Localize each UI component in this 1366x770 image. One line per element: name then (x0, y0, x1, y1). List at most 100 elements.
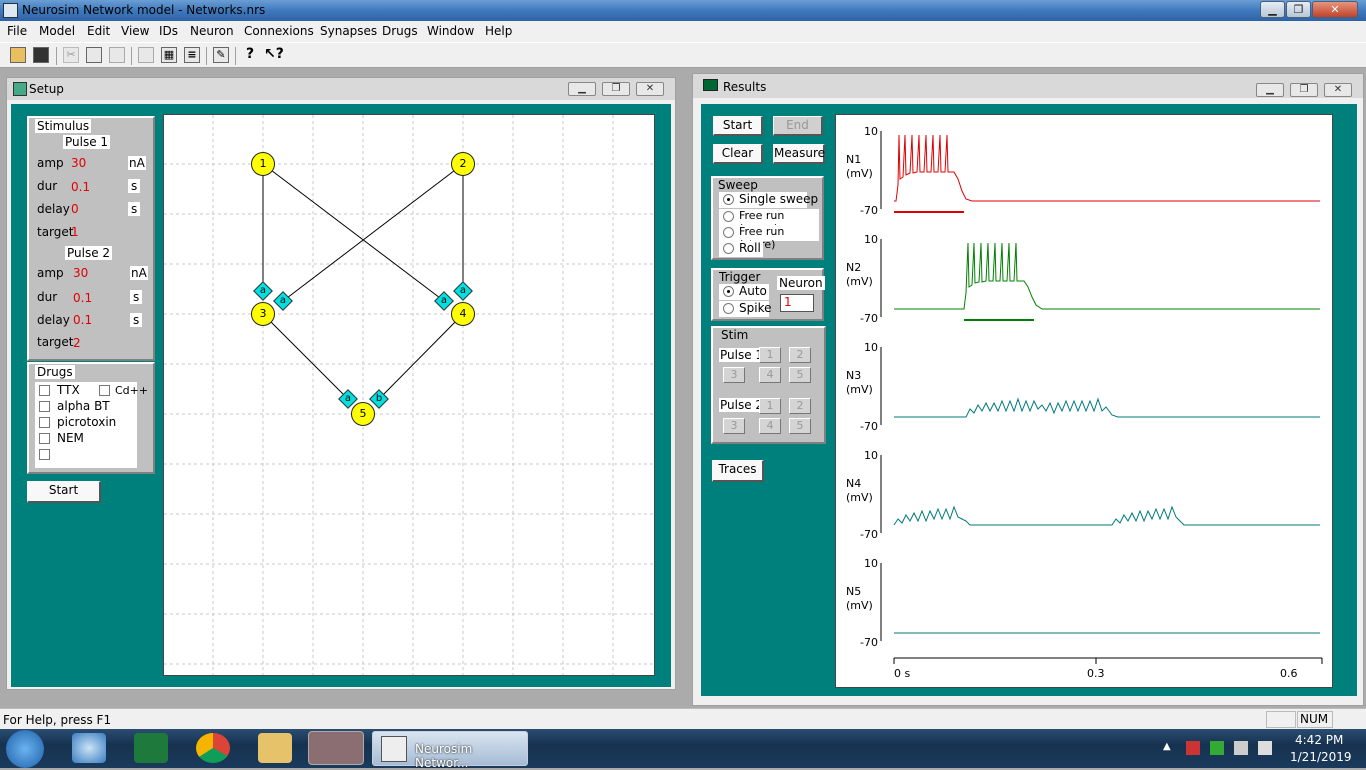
setup-minimize-button[interactable]: ▁ (568, 82, 596, 96)
device-icon[interactable] (1258, 741, 1272, 755)
results-clear-button[interactable]: Clear (713, 144, 763, 164)
pulse2-target-value[interactable]: 2 (73, 336, 81, 350)
menu-view[interactable]: View (121, 24, 149, 38)
stim-pulse1-3-button[interactable]: 3 (723, 367, 745, 383)
status-num: NUM (1297, 711, 1333, 728)
network-canvas[interactable]: 1 2 3 4 5 a a a a a b (163, 114, 655, 676)
save-icon[interactable] (33, 47, 49, 63)
security-icon[interactable] (1210, 741, 1224, 755)
excel-icon[interactable] (134, 733, 168, 763)
setup-window-icon (13, 82, 27, 96)
setup-restore-button[interactable]: ❐ (602, 82, 630, 96)
menu-edit[interactable]: Edit (87, 24, 110, 38)
free-run-erase-radio[interactable] (723, 211, 734, 222)
volume-icon[interactable] (1234, 741, 1248, 755)
ttx-checkbox[interactable] (39, 385, 50, 396)
results-minimize-button[interactable]: ▁ (1256, 83, 1284, 97)
snipping-tool-icon[interactable] (308, 731, 364, 765)
pulse1-dur-value[interactable]: 0.1 (71, 180, 90, 194)
stim-group: Stim Pulse 1 1 2 3 4 5 Pulse 2 1 2 3 4 5 (711, 326, 826, 444)
cd-checkbox[interactable] (99, 385, 110, 396)
menu-ids[interactable]: IDs (159, 24, 178, 38)
thunderbird-icon[interactable] (72, 733, 106, 763)
neuron-4[interactable]: 4 (451, 302, 475, 326)
pulse2-amp-value[interactable]: 30 (73, 266, 88, 280)
stim-pulse1-1-button[interactable]: 1 (759, 347, 781, 363)
neuron-3[interactable]: 3 (251, 302, 275, 326)
auto-label: Auto (739, 284, 767, 298)
picrotoxin-checkbox[interactable] (39, 417, 50, 428)
neuron-1[interactable]: 1 (251, 152, 275, 176)
stim-pulse2-5-button[interactable]: 5 (789, 418, 811, 434)
pulse1-amp-value[interactable]: 30 (71, 156, 86, 170)
help-icon[interactable]: ? (242, 47, 258, 63)
chrome-icon[interactable] (196, 733, 230, 763)
results-start-button[interactable]: Start (713, 116, 763, 136)
show-hidden-icons-icon[interactable]: ▲ (1163, 741, 1171, 752)
pulse2-delay-label: delay (37, 313, 70, 327)
neuron-2[interactable]: 2 (451, 152, 475, 176)
pulse2-target-label: target (37, 335, 74, 349)
menu-window[interactable]: Window (427, 24, 474, 38)
setup-close-button[interactable]: ✕ (636, 82, 664, 96)
menu-file[interactable]: File (7, 24, 27, 38)
blank-drug-checkbox[interactable] (39, 449, 50, 460)
stim-pulse2-3-button[interactable]: 3 (723, 418, 745, 434)
stim-pulse2-4-button[interactable]: 4 (759, 418, 781, 434)
alpha-bt-checkbox[interactable] (39, 401, 50, 412)
menu-model[interactable]: Model (39, 24, 75, 38)
stim-pulse2-1-button[interactable]: 1 (759, 398, 781, 414)
free-run-store-radio[interactable] (723, 227, 734, 238)
cut-icon[interactable]: ✂ (63, 47, 79, 63)
clipboard-icon[interactable]: ≡ (184, 47, 200, 63)
menu-connexions[interactable]: Connexions (244, 24, 314, 38)
results-end-button[interactable]: End (773, 116, 823, 136)
results-restore-button[interactable]: ❐ (1290, 83, 1318, 97)
pulse2-label: Pulse 2 (65, 246, 113, 260)
close-button[interactable]: ✕ (1312, 1, 1358, 18)
traces-svg (880, 131, 1323, 664)
trigger-neuron-input[interactable]: 1 (780, 294, 814, 312)
edit-icon[interactable]: ✎ (213, 47, 229, 63)
traces-plot[interactable]: 10 N1 (mV) -70 10 N2 (mV) -70 10 N3 (mV)… (835, 114, 1333, 688)
results-measure-button[interactable]: Measure (773, 144, 825, 164)
synapse-3-5-label: a (344, 393, 352, 404)
paste-icon[interactable] (109, 47, 125, 63)
single-sweep-radio[interactable] (723, 194, 734, 205)
start-orb-icon[interactable] (6, 730, 44, 768)
spike-radio[interactable] (723, 303, 734, 314)
explorer-icon[interactable] (258, 733, 292, 763)
pulse1-target-value[interactable]: 1 (71, 225, 79, 239)
menu-neuron[interactable]: Neuron (190, 24, 234, 38)
pulse2-delay-value[interactable]: 0.1 (73, 313, 92, 327)
grid-icon[interactable]: ▦ (161, 47, 177, 63)
copy-icon[interactable] (86, 47, 102, 63)
setup-start-button[interactable]: Start (27, 481, 101, 503)
stim-pulse2-2-button[interactable]: 2 (789, 398, 811, 414)
pulse1-delay-value[interactable]: 0 (71, 202, 79, 216)
stim-pulse1-5-button[interactable]: 5 (789, 367, 811, 383)
context-help-icon[interactable]: ↖? (264, 47, 284, 63)
minimize-button[interactable]: ▁ (1260, 1, 1285, 18)
open-icon[interactable] (10, 47, 26, 63)
traces-button[interactable]: Traces (712, 460, 764, 482)
roll-radio[interactable] (723, 243, 734, 254)
taskbar-neurosim-button[interactable]: Neurosim Networ... (372, 731, 528, 770)
menu-help[interactable]: Help (485, 24, 512, 38)
pulse2-dur-value[interactable]: 0.1 (73, 291, 92, 305)
app-titlebar: Neurosim Network model - Networks.nrs ▁ … (0, 0, 1366, 21)
menu-drugs[interactable]: Drugs (382, 24, 418, 38)
stim-pulse1-2-button[interactable]: 2 (789, 347, 811, 363)
stim-pulse1-4-button[interactable]: 4 (759, 367, 781, 383)
restore-button[interactable]: ❐ (1286, 1, 1311, 18)
pulse2-dur-label: dur (37, 290, 58, 304)
n3-trace (894, 397, 1320, 418)
nem-checkbox[interactable] (39, 433, 50, 444)
status-bar: For Help, press F1 NUM (0, 708, 1366, 729)
auto-radio[interactable] (723, 286, 734, 297)
menu-synapses[interactable]: Synapses (320, 24, 377, 38)
network-alert-icon[interactable] (1186, 741, 1200, 755)
results-window-icon (703, 79, 718, 91)
print-preview-icon[interactable] (138, 47, 154, 63)
results-close-button[interactable]: ✕ (1324, 83, 1352, 97)
